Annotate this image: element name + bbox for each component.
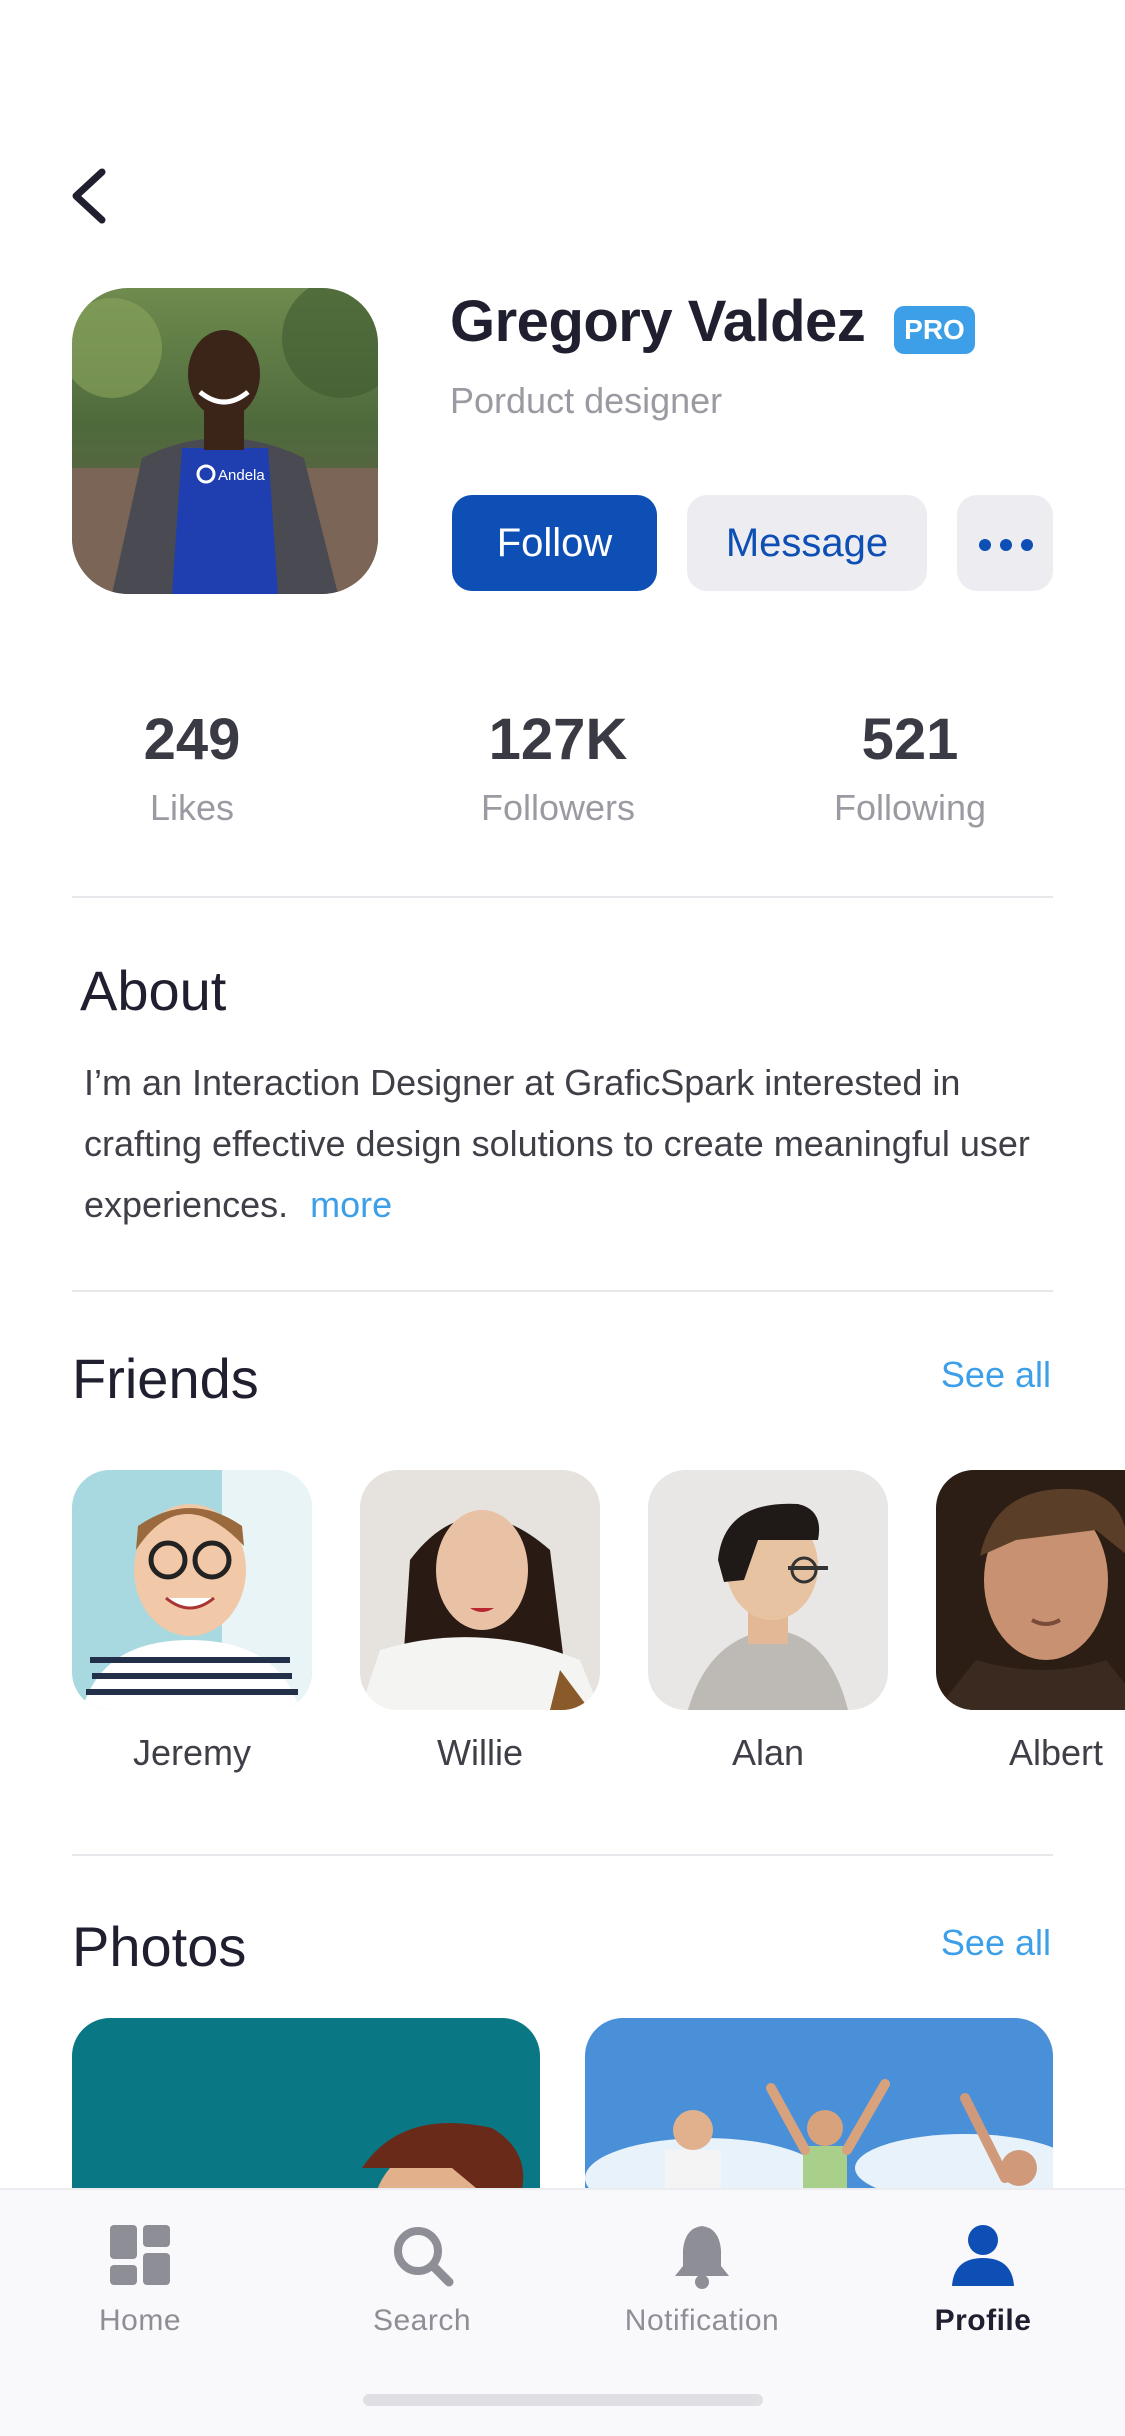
divider <box>72 896 1053 898</box>
stat-likes[interactable]: 249 Likes <box>32 706 352 829</box>
friend-photo <box>72 1470 312 1710</box>
chevron-left-icon <box>72 168 106 224</box>
profile-avatar: Andela <box>72 288 378 594</box>
friends-see-all-link[interactable]: See all <box>941 1354 1051 1396</box>
friend-name: Willie <box>437 1732 523 1773</box>
grid-home-icon <box>105 2220 175 2290</box>
tab-label: Notification <box>624 2304 780 2337</box>
friend-name: Jeremy <box>132 1732 252 1773</box>
about-body: I’m an Interaction Designer at GraficSpa… <box>84 1062 1030 1225</box>
photos-see-all-link[interactable]: See all <box>941 1922 1051 1964</box>
divider <box>72 1854 1053 1856</box>
tab-label: Profile <box>934 2304 1032 2337</box>
friend-photo <box>360 1470 600 1710</box>
about-more-link[interactable]: more <box>310 1184 392 1225</box>
friend-photo <box>936 1470 1125 1710</box>
profile-name: Gregory Valdez <box>450 289 866 354</box>
shirt-logo-text: Andela <box>218 467 265 484</box>
pro-badge: PRO <box>894 306 975 354</box>
home-indicator <box>363 2394 763 2406</box>
profile-role: Porduct designer <box>450 380 723 421</box>
tab-profile[interactable]: Profile <box>868 2220 1098 2338</box>
friend-photo <box>648 1470 888 1710</box>
back-button[interactable] <box>58 160 118 232</box>
follow-button[interactable]: Follow <box>452 495 657 591</box>
friend-name: Albert <box>1008 1732 1104 1773</box>
friends-title: Friends <box>72 1347 259 1410</box>
message-button[interactable]: Message <box>687 495 927 591</box>
person-icon <box>948 2220 1018 2290</box>
tab-home[interactable]: Home <box>25 2220 255 2338</box>
friend-card[interactable]: Albert <box>936 1470 1125 1774</box>
friend-card[interactable]: Jeremy <box>72 1470 312 1774</box>
more-dots-icon <box>979 539 1033 551</box>
friend-name: Alan <box>731 1732 805 1773</box>
stat-value: 127K <box>488 707 628 772</box>
friend-card[interactable]: Willie <box>360 1470 600 1774</box>
about-title: About <box>80 959 227 1022</box>
photos-title: Photos <box>72 1915 247 1978</box>
tab-label: Search <box>372 2304 472 2337</box>
search-icon <box>387 2220 457 2290</box>
stat-label: Likes <box>149 787 235 828</box>
more-options-button[interactable] <box>957 495 1053 591</box>
bell-icon <box>667 2220 737 2290</box>
tab-label: Home <box>98 2304 182 2337</box>
about-text: I’m an Interaction Designer at GraficSpa… <box>84 1052 1074 1235</box>
friend-card[interactable]: Alan <box>648 1470 888 1774</box>
stat-label: Following <box>833 787 987 828</box>
stat-followers[interactable]: 127K Followers <box>398 706 718 829</box>
tab-search[interactable]: Search <box>307 2220 537 2338</box>
divider <box>72 1290 1053 1292</box>
stat-value: 249 <box>143 707 241 772</box>
tab-notification[interactable]: Notification <box>587 2220 817 2338</box>
stat-value: 521 <box>861 707 959 772</box>
stat-label: Followers <box>480 787 636 828</box>
stat-following[interactable]: 521 Following <box>750 706 1070 829</box>
